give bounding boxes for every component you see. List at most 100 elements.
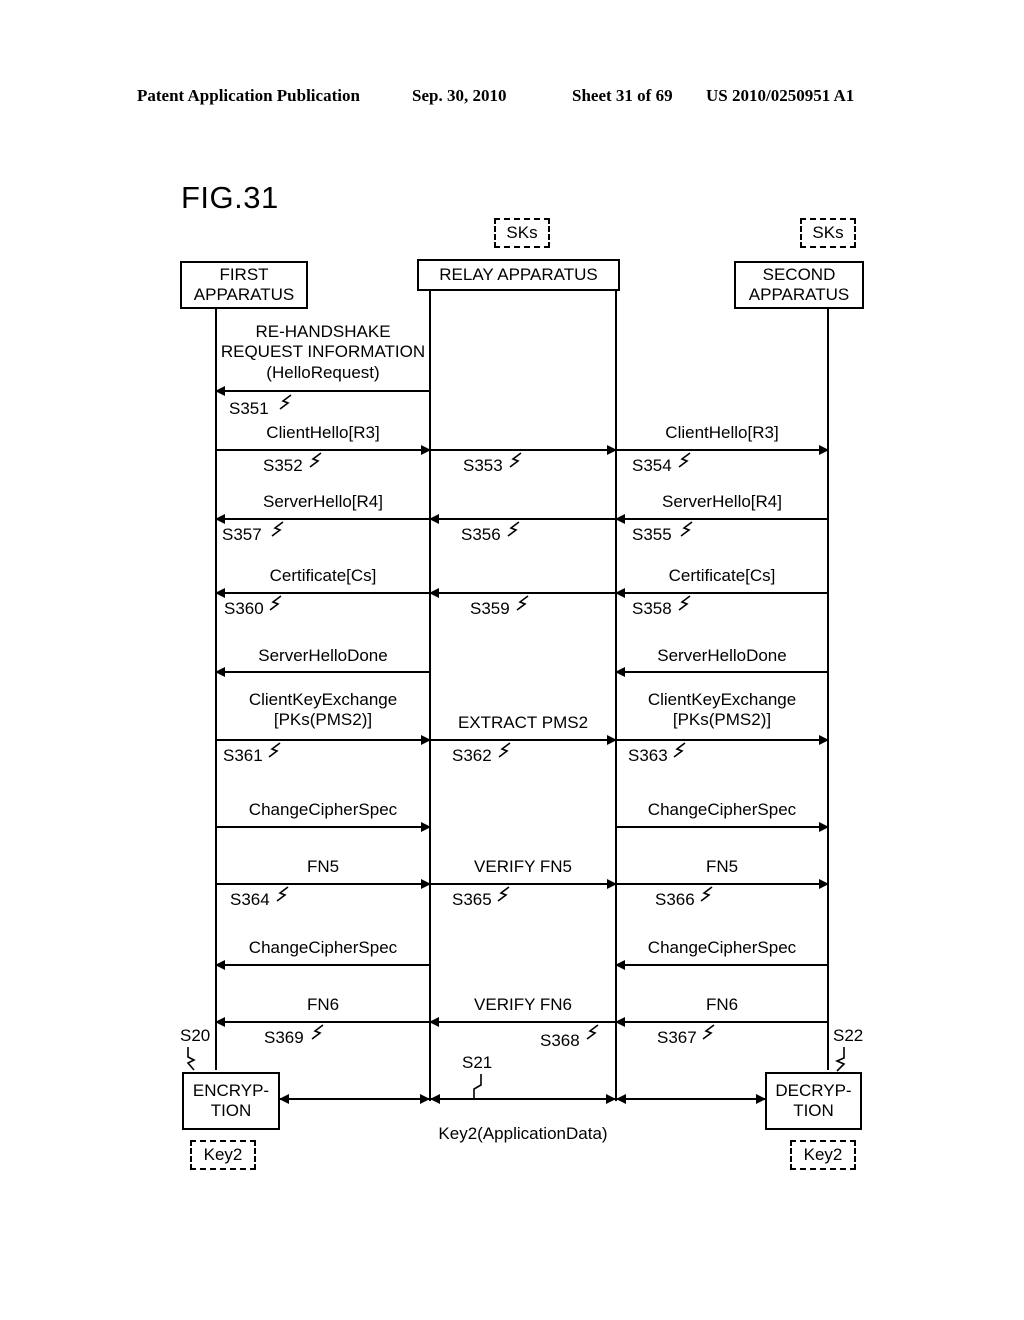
arrow-s354 <box>616 445 829 455</box>
sks-relay-label: SKs <box>506 223 538 242</box>
patent-sheet: Patent Application Publication Sep. 30, … <box>0 0 1024 1320</box>
arrow-s353 <box>430 445 617 455</box>
message-client-key-exchange-left: ClientKeyExchange [PKs(PMS2)] <box>216 690 430 731</box>
header-date: Sep. 30, 2010 <box>412 86 507 105</box>
message-hello-request: RE-HANDSHAKE REQUEST INFORMATION (HelloR… <box>216 322 430 383</box>
arrow-s362 <box>430 735 617 745</box>
step-label-s352: S352 <box>263 456 303 475</box>
first-apparatus-label-line1: FIRST <box>219 264 269 284</box>
arrow-s364 <box>216 879 431 889</box>
message-verify-fn5: VERIFY FN5 <box>474 857 572 876</box>
message-fn5-right: FN5 <box>705 857 739 876</box>
decryption-label-line2: TION <box>793 1101 834 1120</box>
leader-tick-s367 <box>702 1024 716 1040</box>
arrow-s365 <box>430 879 617 889</box>
hello-request-line2: REQUEST INFORMATION <box>220 342 426 362</box>
arrow-s359 <box>429 588 616 598</box>
sks-badge-relay: SKs <box>494 218 550 248</box>
message-change-cipher-spec-2-right: ChangeCipherSpec <box>647 938 797 957</box>
arrow-s351 <box>215 386 430 396</box>
step-label-s353: S353 <box>463 456 503 475</box>
hello-request-line1: RE-HANDSHAKE <box>255 322 391 341</box>
page-header: Patent Application Publication Sep. 30, … <box>0 86 1024 110</box>
message-certificate-right: Certificate[Cs] <box>668 566 776 585</box>
step-label-s360: S360 <box>224 599 264 618</box>
message-change-cipher-spec-1-left: ChangeCipherSpec <box>248 800 398 819</box>
encryption-label-line2: TION <box>210 1101 252 1120</box>
leader-tick-s353 <box>509 452 523 468</box>
leader-tick-s356 <box>507 521 521 537</box>
arrow-app-data-segment-3 <box>616 1094 766 1104</box>
key2-badge-right: Key2 <box>790 1140 856 1170</box>
actor-box-second-apparatus: SECOND APPARATUS <box>734 261 864 309</box>
leader-tick-s352 <box>309 452 323 468</box>
step-label-s358: S358 <box>632 599 672 618</box>
step-label-s359: S359 <box>470 599 510 618</box>
leader-hook-s22 <box>833 1046 849 1072</box>
leader-tick-s363 <box>673 742 687 758</box>
key2-left-label: Key2 <box>203 1145 243 1164</box>
message-server-hello-left: ServerHello[R4] <box>263 492 383 511</box>
arrow-s355 <box>615 514 828 524</box>
arrow-s368 <box>429 1017 616 1027</box>
arrow-s358 <box>615 588 828 598</box>
leader-tick-s368 <box>586 1024 600 1040</box>
leader-tick-s355 <box>680 521 694 537</box>
hello-request-line3: (HelloRequest) <box>266 362 380 382</box>
message-certificate-left: Certificate[Cs] <box>269 566 377 585</box>
cke-right-line2: [PKs(PMS2)] <box>672 710 772 730</box>
leader-tick-s351 <box>279 394 293 410</box>
step-label-s365: S365 <box>452 890 492 909</box>
arrow-app-data-segment-1 <box>279 1094 430 1104</box>
message-server-hello-right: ServerHello[R4] <box>662 492 782 511</box>
step-label-s356: S356 <box>461 525 501 544</box>
step-label-s22: S22 <box>833 1026 864 1045</box>
leader-hook-s21 <box>470 1073 486 1099</box>
step-label-s21: S21 <box>462 1053 493 1072</box>
message-verify-fn6: VERIFY FN6 <box>474 995 572 1014</box>
step-label-s351: S351 <box>229 399 269 418</box>
message-fn6-right: FN6 <box>705 995 739 1014</box>
header-sheet: Sheet 31 of 69 <box>572 86 673 105</box>
leader-tick-s362 <box>498 742 512 758</box>
arrow-server-hello-done-left <box>215 667 430 677</box>
actor-box-relay-apparatus: RELAY APPARATUS <box>417 259 620 291</box>
actor-box-first-apparatus: FIRST APPARATUS <box>180 261 308 309</box>
key2-right-label: Key2 <box>803 1145 843 1164</box>
encryption-label-line1: ENCRYP- <box>192 1080 270 1100</box>
message-fn6-left: FN6 <box>306 995 340 1014</box>
arrow-s360 <box>215 588 430 598</box>
step-label-s357: S357 <box>222 525 262 544</box>
leader-tick-s361 <box>268 742 282 758</box>
message-client-hello-right: ClientHello[R3] <box>665 423 779 442</box>
leader-tick-s359 <box>516 595 530 611</box>
message-change-cipher-spec-2-left: ChangeCipherSpec <box>248 938 398 957</box>
leader-tick-s354 <box>678 452 692 468</box>
step-label-s362: S362 <box>452 746 492 765</box>
first-apparatus-label-line2: APPARATUS <box>193 285 295 304</box>
arrow-change-cipher-spec-1-left <box>216 822 431 832</box>
message-extract-pms2: EXTRACT PMS2 <box>457 713 589 732</box>
step-label-s368: S368 <box>540 1031 580 1050</box>
step-label-s363: S363 <box>628 746 668 765</box>
leader-hook-s20 <box>185 1046 201 1072</box>
arrow-app-data-segment-2 <box>430 1094 616 1104</box>
leader-tick-s365 <box>497 886 511 902</box>
step-label-s366: S366 <box>655 890 695 909</box>
leader-tick-s369 <box>311 1024 325 1040</box>
leader-tick-s357 <box>271 521 285 537</box>
message-client-key-exchange-right: ClientKeyExchange [PKs(PMS2)] <box>616 690 828 731</box>
arrow-s352 <box>216 445 431 455</box>
leader-tick-s364 <box>276 886 290 902</box>
sks-second-label: SKs <box>812 223 844 242</box>
sks-badge-second: SKs <box>800 218 856 248</box>
arrow-s356 <box>429 514 616 524</box>
arrow-change-cipher-spec-1-right <box>616 822 829 832</box>
arrow-change-cipher-spec-2-left <box>215 960 430 970</box>
message-client-hello-left: ClientHello[R3] <box>266 423 380 442</box>
step-label-s354: S354 <box>632 456 672 475</box>
key2-badge-left: Key2 <box>190 1140 256 1170</box>
relay-apparatus-label: RELAY APPARATUS <box>439 264 598 284</box>
step-label-s369: S369 <box>264 1028 304 1047</box>
encryption-box: ENCRYP- TION <box>182 1072 280 1130</box>
